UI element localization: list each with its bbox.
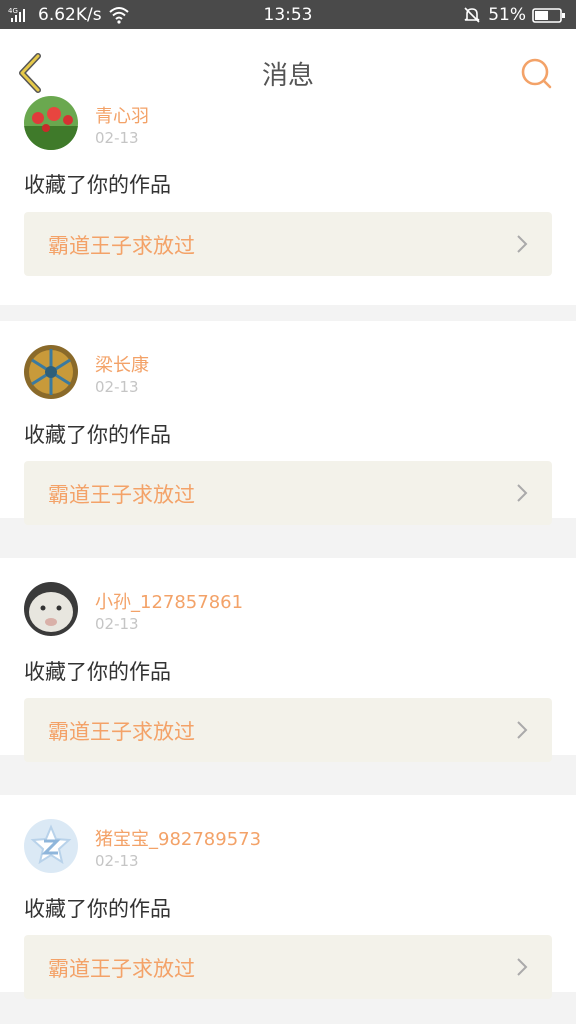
work-title: 霸道王子求放过 (48, 720, 195, 744)
avatar[interactable] (24, 819, 78, 873)
chevron-right-icon (517, 235, 528, 253)
list-item: 猪宝宝_982789573 02-13 收藏了你的作品 霸道王子求放过 (0, 795, 576, 999)
work-link[interactable]: 霸道王子求放过 (24, 212, 552, 276)
chevron-right-icon (517, 721, 528, 739)
search-button[interactable] (520, 57, 554, 91)
avatar[interactable] (24, 582, 78, 636)
user-name[interactable]: 小孙_127857861 (95, 588, 243, 614)
message-date: 02-13 (95, 129, 139, 147)
user-name[interactable]: 青心羽 (95, 102, 149, 128)
work-link[interactable]: 霸道王子求放过 (24, 935, 552, 999)
work-title: 霸道王子求放过 (48, 483, 195, 507)
avatar[interactable] (24, 345, 78, 399)
user-name[interactable]: 猪宝宝_982789573 (95, 825, 261, 851)
chevron-right-icon (517, 484, 528, 502)
user-name[interactable]: 梁长康 (95, 351, 149, 377)
chevron-right-icon (517, 958, 528, 976)
list-item: 小孙_127857861 02-13 收藏了你的作品 霸道王子求放过 (0, 558, 576, 762)
mute-icon (462, 6, 482, 24)
battery-icon (532, 6, 566, 24)
message-text: 收藏了你的作品 (24, 173, 171, 197)
work-title: 霸道王子求放过 (48, 957, 195, 981)
search-icon (521, 58, 552, 89)
message-text: 收藏了你的作品 (24, 897, 171, 921)
battery-level: 51% (488, 5, 526, 25)
page-title: 消息 (261, 61, 314, 91)
work-link[interactable]: 霸道王子求放过 (24, 698, 552, 762)
avatar[interactable] (24, 96, 78, 150)
list-item: 梁长康 02-13 收藏了你的作品 霸道王子求放过 (0, 321, 576, 525)
message-date: 02-13 (95, 852, 139, 870)
list-item: 青心羽 02-13 收藏了你的作品 霸道王子求放过 (0, 96, 576, 305)
status-bar: 4G 6.62K/s 13:53 51% (0, 0, 576, 29)
work-title: 霸道王子求放过 (48, 234, 195, 258)
work-link[interactable]: 霸道王子求放过 (24, 461, 552, 525)
message-date: 02-13 (95, 378, 139, 396)
message-date: 02-13 (95, 615, 139, 633)
message-text: 收藏了你的作品 (24, 660, 171, 684)
message-text: 收藏了你的作品 (24, 423, 171, 447)
